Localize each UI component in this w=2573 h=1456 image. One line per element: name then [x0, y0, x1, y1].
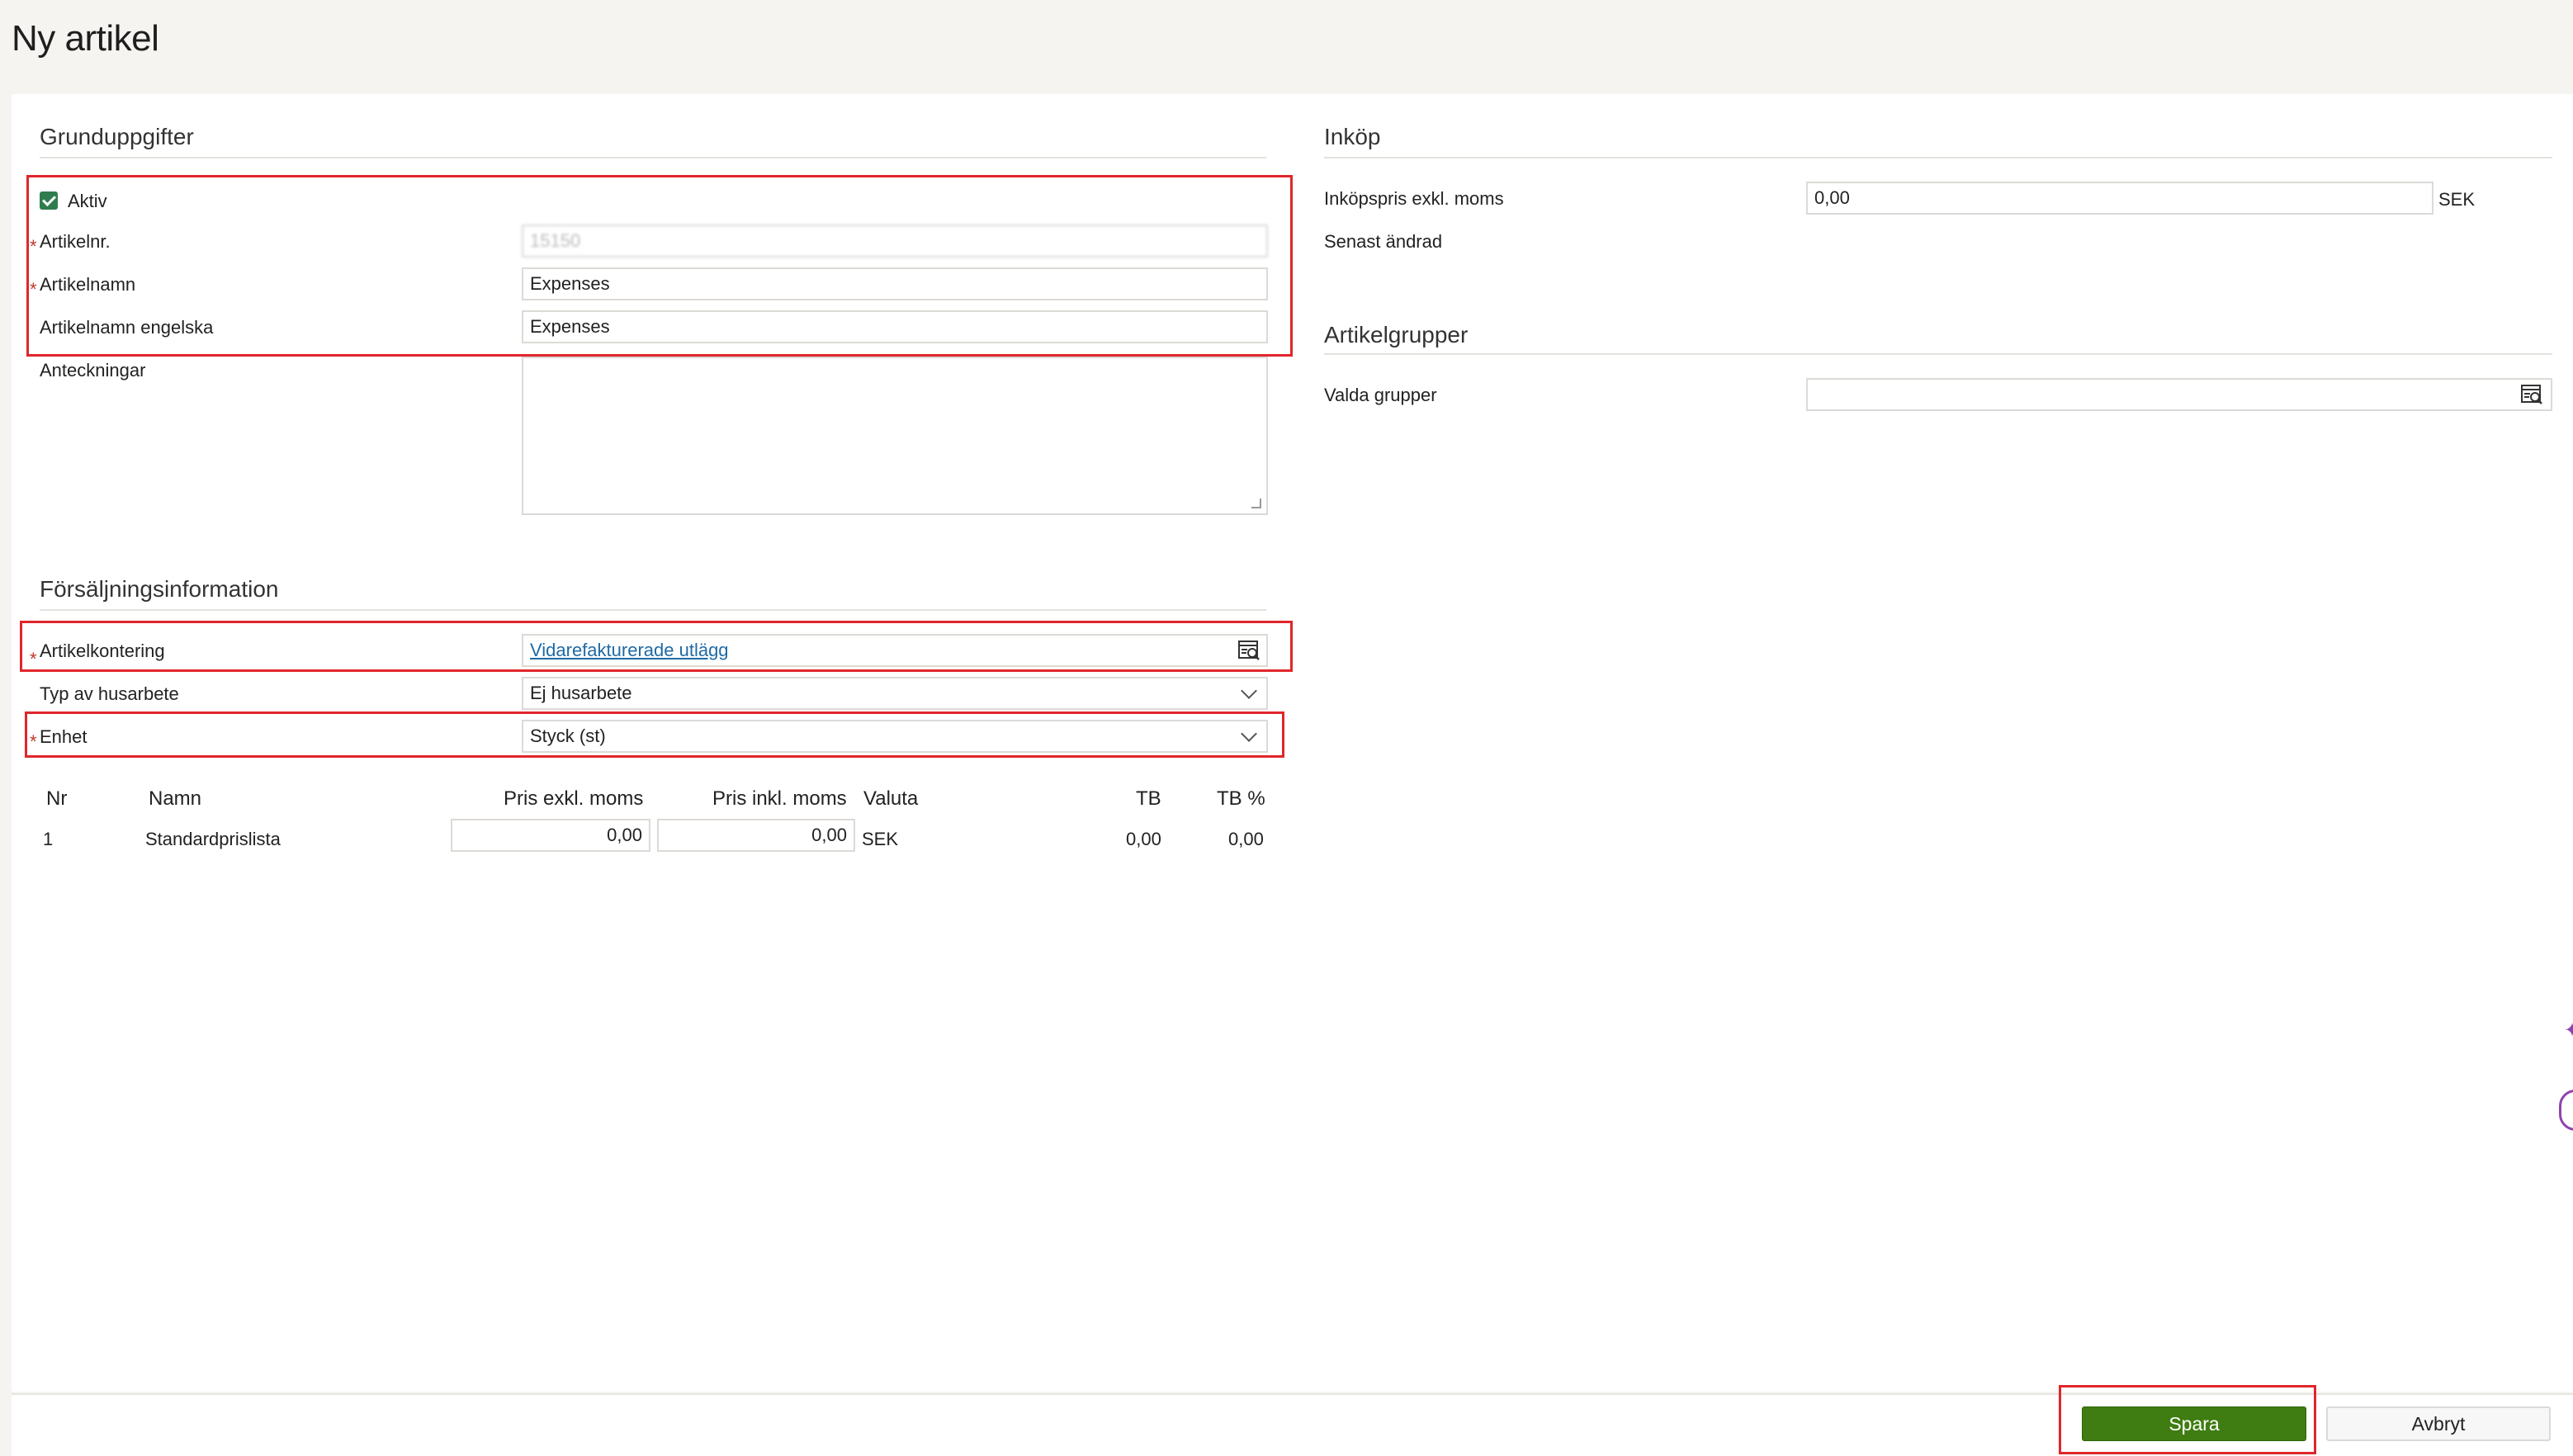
- col-header-tb-pct: TB %: [1217, 787, 1265, 810]
- cancel-button[interactable]: Avbryt: [2326, 1406, 2551, 1441]
- price-excl-input[interactable]: 0,00: [451, 819, 650, 852]
- last-changed-label: Senast ändrad: [1324, 231, 1443, 252]
- section-divider: [1324, 353, 2552, 355]
- notes-textarea[interactable]: [522, 357, 1268, 515]
- row-currency: SEK: [862, 829, 899, 849]
- col-header-nr: Nr: [46, 787, 68, 810]
- house-work-label: Typ av husarbete: [40, 683, 179, 704]
- col-header-tb: TB: [1136, 787, 1161, 810]
- section-title-basic: Grunduppgifter: [40, 124, 194, 149]
- purchase-price-label: Inköpspris exkl. moms: [1324, 188, 1504, 209]
- col-header-price-incl: Pris inkl. moms: [712, 787, 847, 810]
- col-header-name: Namn: [149, 787, 202, 810]
- section-divider: [40, 609, 1266, 611]
- section-divider: [1324, 157, 2552, 158]
- house-work-select[interactable]: Ej husarbete: [522, 677, 1268, 710]
- col-header-currency: Valuta: [863, 787, 919, 810]
- selected-groups-label: Valda grupper: [1324, 385, 1437, 405]
- selected-groups-input[interactable]: [1806, 378, 2552, 411]
- section-divider: [40, 157, 1266, 158]
- lookup-icon[interactable]: [2521, 384, 2544, 405]
- resize-handle-icon[interactable]: [1251, 499, 1261, 508]
- purchase-price-input[interactable]: 0,00: [1806, 182, 2433, 215]
- price-incl-input[interactable]: 0,00: [657, 819, 855, 852]
- notes-label: Anteckningar: [40, 360, 146, 381]
- section-title-groups: Artikelgrupper: [1324, 322, 1469, 347]
- sparkle-icon: ✦: [2564, 1019, 2573, 1042]
- row-tb: 0,00: [1126, 829, 1161, 849]
- page-title: Ny artikel: [12, 18, 159, 59]
- highlight-box: [26, 175, 1293, 357]
- row-name: Standardprislista: [145, 829, 281, 849]
- purchase-currency: SEK: [2438, 189, 2476, 210]
- highlight-box: [20, 621, 1293, 672]
- highlight-box: [25, 711, 1284, 758]
- highlight-box: [2059, 1385, 2316, 1454]
- section-title-purchase: Inköp: [1324, 124, 1381, 149]
- row-nr: 1: [43, 829, 54, 849]
- col-header-price-excl: Pris exkl. moms: [504, 787, 644, 810]
- row-tb-pct: 0,00: [1228, 829, 1264, 849]
- section-title-sales: Försäljningsinformation: [40, 576, 279, 602]
